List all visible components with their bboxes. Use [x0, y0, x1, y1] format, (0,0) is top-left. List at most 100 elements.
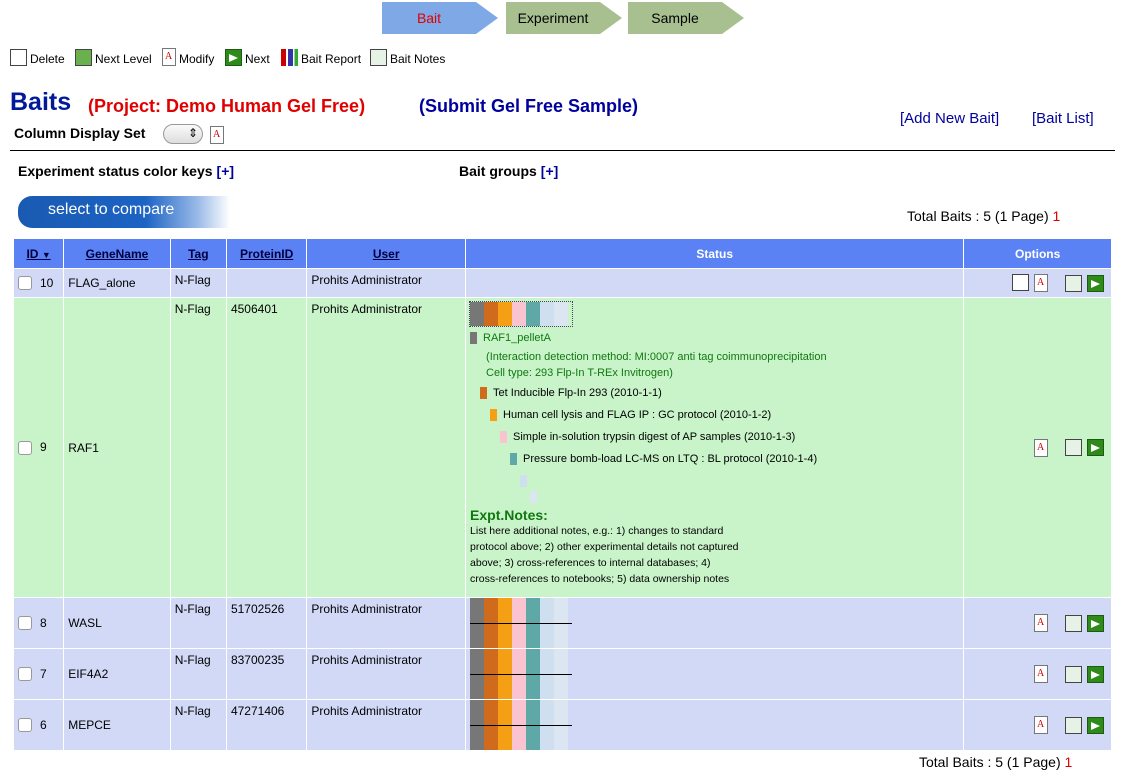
status-bar[interactable]	[470, 700, 573, 750]
arrow-right-icon[interactable]	[1087, 439, 1104, 456]
notes-icon[interactable]	[1065, 439, 1082, 456]
tag: N-Flag	[169, 297, 227, 598]
tag: N-Flag	[169, 648, 227, 700]
table-row: 10 FLAG_alone N-Flag Prohits Administrat…	[12, 268, 1112, 298]
status-color-keys: Experiment status color keys [+]	[18, 163, 234, 179]
table-row: 6 MEPCE N-Flag 47271406 Prohits Administ…	[12, 699, 1112, 751]
page-link[interactable]: 1	[1065, 754, 1073, 770]
row-checkbox[interactable]	[18, 440, 32, 455]
arrow-right-icon[interactable]	[1087, 716, 1104, 734]
row-checkbox[interactable]	[18, 616, 32, 631]
workflow-step-bait[interactable]: Bait	[382, 2, 498, 34]
select-to-compare-button[interactable]: select to compare	[18, 196, 230, 228]
status-bar[interactable]	[470, 649, 573, 699]
bait-list-link[interactable]: [Bait List]	[1032, 110, 1094, 127]
document-icon[interactable]	[1034, 665, 1048, 683]
modify-button[interactable]: Modify	[162, 44, 214, 66]
total-baits-bottom: Total Baits : 5 (1 Page) 1	[919, 754, 1072, 770]
row-checkbox[interactable]	[18, 276, 32, 291]
column-display-set-label: Column Display Set	[14, 125, 146, 141]
notes-icon[interactable]	[1065, 274, 1082, 292]
document-icon[interactable]	[1034, 614, 1048, 632]
notes-icon[interactable]	[1065, 665, 1082, 683]
user: Prohits Administrator	[306, 648, 467, 700]
workflow-step-sample-label: Sample	[651, 10, 699, 26]
workflow-step-experiment[interactable]: Experiment	[506, 2, 622, 34]
next-level-label: Next Level	[95, 52, 152, 66]
header-tag[interactable]: Tag	[169, 238, 227, 269]
status-marker	[520, 475, 528, 488]
status-color-keys-label: Experiment status color keys	[18, 163, 213, 179]
status-bar[interactable]	[469, 301, 574, 327]
workflow-step-sample[interactable]: Sample	[628, 2, 744, 34]
protein-id: 4506401	[225, 297, 308, 598]
bait-notes-button[interactable]: Bait Notes	[370, 44, 445, 66]
arrow-right-icon[interactable]	[1087, 665, 1104, 683]
trash-icon	[10, 49, 27, 66]
bait-id: 9	[40, 440, 47, 455]
bait-groups-toggle[interactable]: [+]	[541, 163, 559, 179]
document-icon[interactable]	[1034, 274, 1048, 292]
notes-line: above; 3) cross-references to internal d…	[470, 557, 711, 569]
gene-name: WASL	[63, 597, 171, 649]
bait-groups-label: Bait groups	[459, 163, 537, 179]
gene-name: MEPCE	[63, 699, 171, 751]
step-1: Tet Inducible Flp-In 293 (2010-1-1)	[493, 387, 662, 399]
header-user[interactable]: User	[306, 238, 467, 269]
document-icon[interactable]	[1034, 438, 1048, 457]
header-genename[interactable]: GeneName	[63, 238, 171, 269]
submit-gel-free-link[interactable]: (Submit Gel Free Sample)	[419, 96, 638, 117]
status-marker	[530, 491, 538, 504]
status-marker	[500, 431, 508, 444]
notes-icon[interactable]	[1065, 614, 1082, 632]
table-row: 9 RAF1 N-Flag 4506401 Prohits Administra…	[12, 297, 1112, 598]
bait-id: 7	[40, 666, 47, 681]
trash-icon[interactable]	[1012, 274, 1029, 291]
notes-body: List here additional notes, e.g.: 1) cha…	[470, 523, 959, 587]
status-cell	[465, 648, 965, 700]
divider	[10, 150, 1115, 151]
header-id[interactable]: ID ▼	[12, 238, 65, 269]
document-icon[interactable]	[210, 126, 224, 144]
status-bar[interactable]	[470, 598, 573, 648]
arrow-right-icon[interactable]	[1087, 614, 1104, 632]
bait-report-label: Bait Report	[301, 52, 362, 66]
status-cell: RAF1_pelletA (Interaction detection meth…	[465, 297, 965, 598]
next-level-button[interactable]: Next Level	[75, 44, 152, 66]
status-cell	[465, 699, 965, 751]
gene-name: RAF1	[63, 297, 171, 598]
status-color-keys-toggle[interactable]: [+]	[217, 163, 235, 179]
document-icon[interactable]	[1034, 716, 1048, 734]
bait-id: 8	[40, 615, 47, 630]
page-link[interactable]: 1	[1053, 208, 1061, 224]
next-button[interactable]: Next	[225, 44, 270, 66]
table-header-row: ID ▼ GeneName Tag ProteinID User Status …	[12, 238, 1112, 269]
user: Prohits Administrator	[306, 297, 467, 598]
column-display-set-select[interactable]	[163, 124, 203, 144]
interaction-method: (Interaction detection method: MI:0007 a…	[486, 351, 827, 363]
protein-id: 83700235	[225, 648, 308, 700]
experiment-detail: RAF1_pelletA (Interaction detection meth…	[470, 330, 959, 587]
row-checkbox[interactable]	[18, 667, 32, 682]
arrow-right-icon[interactable]	[1087, 274, 1104, 292]
user: Prohits Administrator	[306, 699, 467, 751]
status-marker	[510, 453, 518, 466]
header-proteinid[interactable]: ProteinID	[225, 238, 308, 269]
id-cell: 8	[12, 597, 65, 649]
options-cell	[963, 268, 1112, 298]
notes-line: protocol above; 2) other experimental de…	[470, 541, 739, 553]
add-new-bait-link[interactable]: [Add New Bait]	[900, 110, 999, 127]
gene-name: FLAG_alone	[63, 268, 171, 298]
delete-label: Delete	[30, 52, 65, 66]
header-options: Options	[963, 238, 1112, 269]
sort-down-icon: ▼	[41, 249, 51, 260]
row-checkbox[interactable]	[18, 718, 32, 733]
status-cell	[465, 597, 965, 649]
notes-icon[interactable]	[1065, 716, 1082, 734]
step-3: Simple in-solution trypsin digest of AP …	[513, 431, 796, 443]
header-id-label: ID	[26, 246, 39, 261]
bait-notes-label: Bait Notes	[390, 52, 446, 66]
delete-button[interactable]: Delete	[10, 44, 65, 66]
bait-report-button[interactable]: Bait Report	[281, 44, 361, 66]
experiment-name[interactable]: RAF1_pelletA	[483, 332, 551, 344]
